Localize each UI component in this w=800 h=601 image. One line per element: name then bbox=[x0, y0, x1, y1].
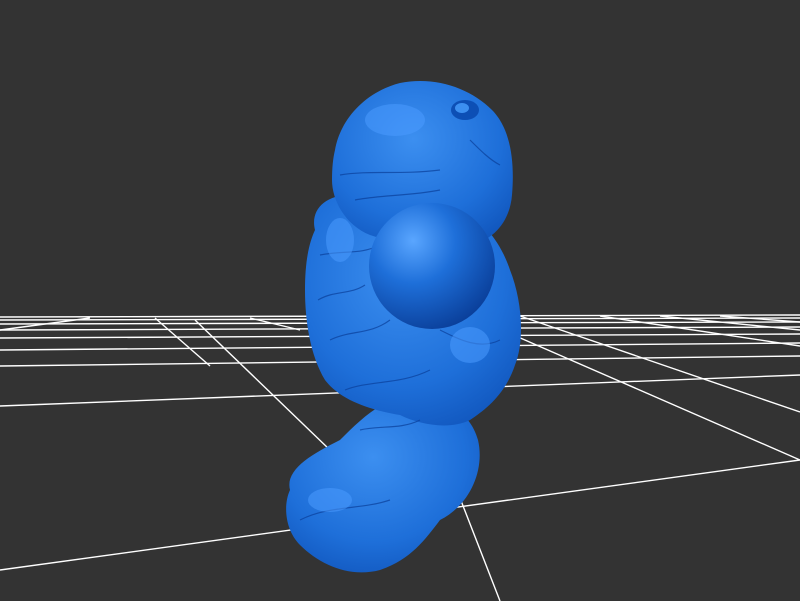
3d-viewport[interactable] bbox=[0, 0, 800, 601]
blue-sphere[interactable] bbox=[369, 203, 495, 329]
scene-canvas[interactable] bbox=[0, 0, 800, 601]
blue-sculpted-mesh[interactable] bbox=[286, 81, 522, 573]
